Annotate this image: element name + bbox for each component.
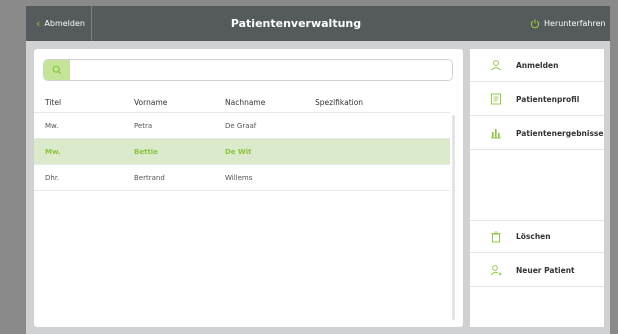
sidebar-item-label: Patientenprofil [516, 94, 580, 104]
search-input[interactable] [72, 61, 446, 80]
bar-chart-icon [489, 126, 503, 140]
add-user-icon [489, 263, 503, 277]
cell-lastname: Willems [225, 173, 253, 182]
logout-label: Abmelden [44, 19, 85, 28]
table-row[interactable]: Dhr. Bertrand Willems [34, 165, 450, 191]
cell-firstname: Bettie [134, 147, 158, 156]
cell-title: Dhr. [45, 173, 60, 182]
cell-firstname: Petra [134, 121, 153, 130]
table-scrollbar[interactable] [452, 115, 455, 320]
search-icon [52, 65, 62, 75]
search-button[interactable] [44, 60, 70, 80]
action-sidebar: Anmelden Patientenprofil Patientenergebn… [470, 49, 604, 327]
cell-title: Mw. [45, 147, 61, 156]
top-bar: ‹ Abmelden Patientenverwaltung Herunterf… [26, 6, 610, 41]
profile-icon [489, 92, 503, 106]
table-row[interactable]: Mw. Petra De Graaf [34, 113, 450, 139]
cell-firstname: Bertrand [134, 173, 165, 182]
cell-title: Mw. [45, 121, 59, 130]
logout-button[interactable]: ‹ Abmelden [26, 6, 92, 41]
sidebar-item-delete[interactable]: Löschen [470, 220, 604, 253]
column-header-lastname: Nachname [225, 98, 266, 107]
patient-table: Titel Vorname Nachname Spezifikation Mw.… [34, 93, 450, 191]
cell-lastname: De Wit [225, 147, 252, 156]
cell-lastname: De Graaf [225, 121, 257, 130]
patient-list-panel: Titel Vorname Nachname Spezifikation Mw.… [34, 49, 463, 327]
shutdown-button[interactable]: Herunterfahren [530, 6, 610, 41]
column-header-firstname: Vorname [134, 98, 168, 107]
search-box [43, 59, 453, 81]
sidebar-item-patient-profile[interactable]: Patientenprofil [470, 83, 604, 116]
power-icon [530, 19, 540, 28]
table-header: Titel Vorname Nachname Spezifikation [34, 93, 450, 113]
chevron-left-icon: ‹ [36, 17, 41, 30]
sidebar-item-patient-results[interactable]: Patientenergebnisse [470, 117, 604, 150]
page-title: Patientenverwaltung [230, 17, 362, 30]
sidebar-item-new-patient[interactable]: Neuer Patient [470, 254, 604, 287]
sidebar-item-label: Anmelden [516, 60, 559, 70]
table-row-selected[interactable]: Mw. Bettie De Wit [34, 139, 450, 165]
sidebar-item-label: Neuer Patient [516, 265, 575, 275]
sidebar-item-label: Löschen [516, 232, 551, 241]
user-icon [489, 58, 503, 72]
column-header-specification: Spezifikation [315, 98, 364, 107]
column-header-title: Titel [45, 98, 62, 107]
sidebar-item-login[interactable]: Anmelden [470, 49, 604, 82]
sidebar-item-label: Patientenergebnisse [516, 128, 604, 138]
shutdown-label: Herunterfahren [544, 19, 606, 28]
trash-icon [489, 230, 503, 244]
